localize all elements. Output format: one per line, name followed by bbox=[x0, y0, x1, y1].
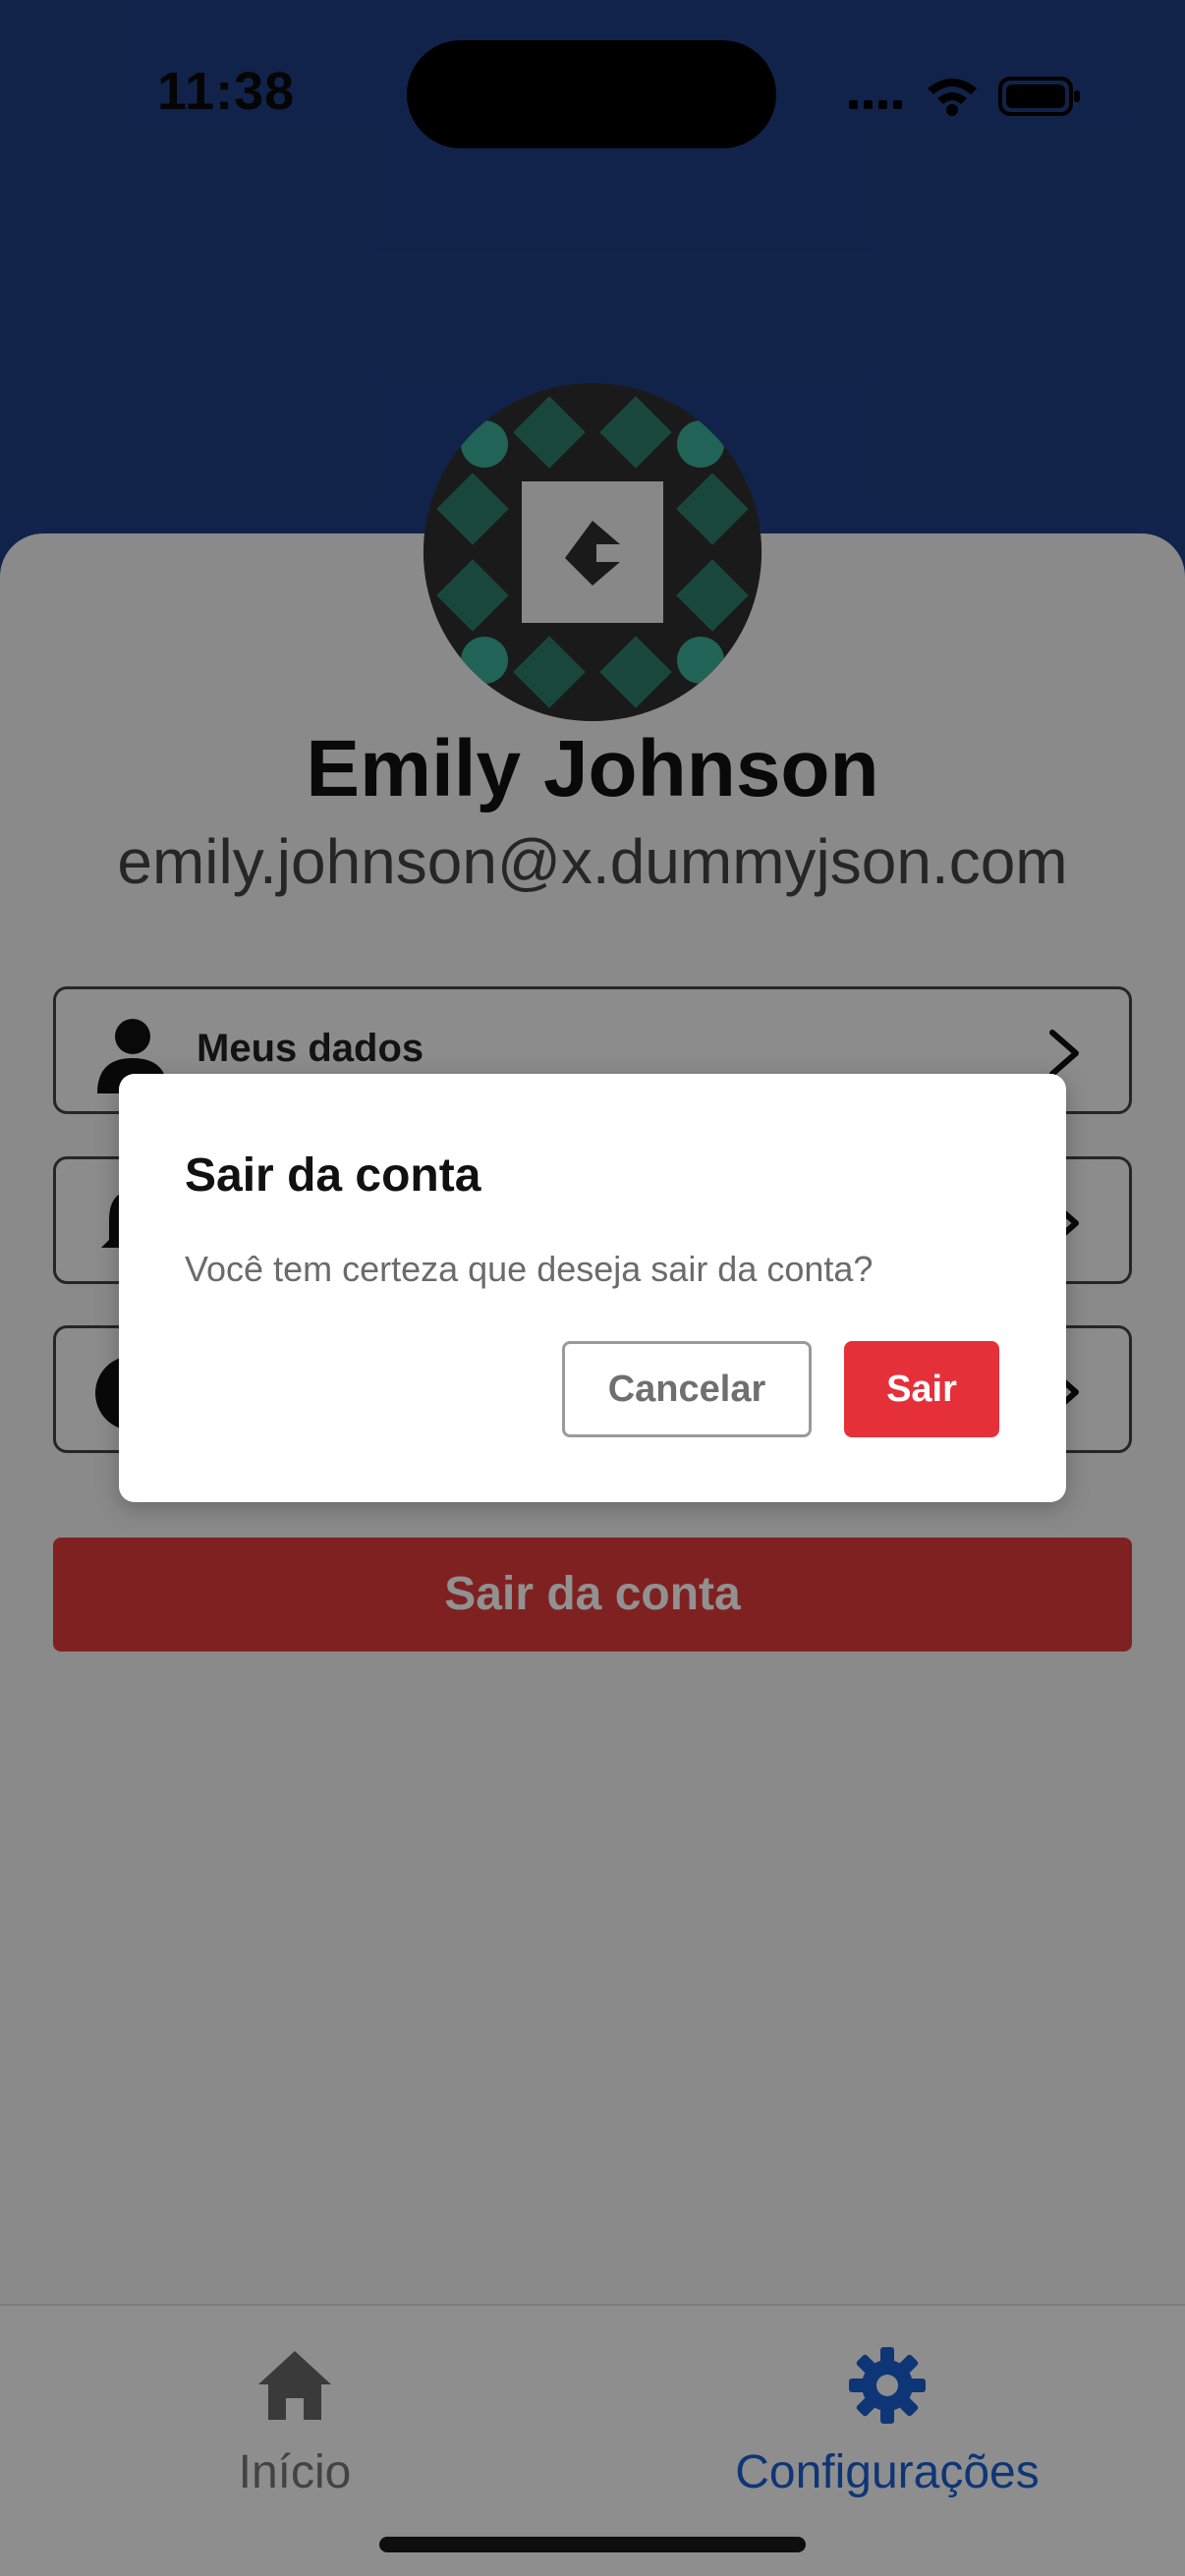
settings-screen: 11:38 Emily Johnson emily.johnson@x.dumm… bbox=[0, 0, 1185, 2576]
confirm-logout-button[interactable]: Sair bbox=[844, 1341, 999, 1437]
dialog-title: Sair da conta bbox=[185, 1149, 481, 1202]
dialog-message: Você tem certeza que deseja sair da cont… bbox=[185, 1249, 874, 1289]
logout-dialog: Sair da conta Você tem certeza que desej… bbox=[119, 1074, 1066, 1502]
cancel-button[interactable]: Cancelar bbox=[562, 1341, 812, 1437]
